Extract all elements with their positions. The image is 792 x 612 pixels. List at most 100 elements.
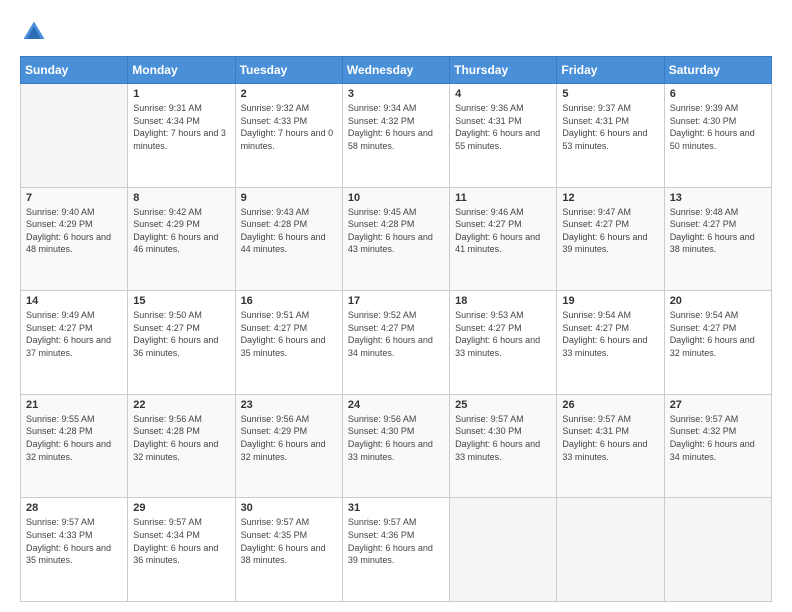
calendar-cell: 27 Sunrise: 9:57 AMSunset: 4:32 PMDayligh…	[664, 394, 771, 498]
calendar-cell: 16Sunrise: 9:51 AMSunset: 4:27 PMDayligh…	[235, 291, 342, 395]
day-number: 14	[26, 295, 122, 307]
day-number: 7	[26, 192, 122, 204]
calendar-cell: 19 Sunrise: 9:54 AMSunset: 4:27 PMDayligh…	[557, 291, 664, 395]
day-number: 6	[670, 88, 766, 100]
calendar-cell: 29Sunrise: 9:57 AMSunset: 4:34 PMDayligh…	[128, 498, 235, 602]
day-number: 22	[133, 399, 229, 411]
day-number: 15	[133, 295, 229, 307]
calendar-cell	[21, 84, 128, 188]
day-number: 16	[241, 295, 337, 307]
day-number: 8	[133, 192, 229, 204]
day-info: Sunrise: 9:46 AMSunset: 4:27 PMDaylight:…	[455, 206, 551, 256]
day-info: Sunrise: 9:57 AMSunset: 4:36 PMDaylight:…	[348, 516, 444, 566]
day-number: 3	[348, 88, 444, 100]
header-cell-saturday: Saturday	[664, 57, 771, 84]
day-info: Sunrise: 9:45 AMSunset: 4:28 PMDaylight:…	[348, 206, 444, 256]
calendar-cell: 15 Sunrise: 9:50 AMSunset: 4:27 PMDayligh…	[128, 291, 235, 395]
calendar-cell: 22 Sunrise: 9:56 AMSunset: 4:28 PMDayligh…	[128, 394, 235, 498]
logo	[20, 18, 52, 46]
calendar-cell: 3 Sunrise: 9:34 AMSunset: 4:32 PMDaylight…	[342, 84, 449, 188]
day-number: 30	[241, 502, 337, 514]
day-number: 29	[133, 502, 229, 514]
calendar-cell: 20 Sunrise: 9:54 AMSunset: 4:27 PMDayligh…	[664, 291, 771, 395]
calendar-cell: 17Sunrise: 9:52 AMSunset: 4:27 PMDayligh…	[342, 291, 449, 395]
day-number: 21	[26, 399, 122, 411]
calendar-cell: 28Sunrise: 9:57 AMSunset: 4:33 PMDayligh…	[21, 498, 128, 602]
day-info: Sunrise: 9:50 AMSunset: 4:27 PMDaylight:…	[133, 309, 229, 359]
calendar-body: 1 Sunrise: 9:31 AMSunset: 4:34 PMDaylight…	[21, 84, 772, 602]
day-number: 4	[455, 88, 551, 100]
day-number: 18	[455, 295, 551, 307]
calendar-table: SundayMondayTuesdayWednesdayThursdayFrid…	[20, 56, 772, 602]
calendar-cell: 14 Sunrise: 9:49 AMSunset: 4:27 PMDayligh…	[21, 291, 128, 395]
day-info: Sunrise: 9:39 AMSunset: 4:30 PMDaylight:…	[670, 102, 766, 152]
calendar-cell: 9 Sunrise: 9:43 AMSunset: 4:28 PMDaylight…	[235, 187, 342, 291]
calendar-cell: 13 Sunrise: 9:48 AMSunset: 4:27 PMDayligh…	[664, 187, 771, 291]
day-info: Sunrise: 9:56 AMSunset: 4:30 PMDaylight:…	[348, 413, 444, 463]
calendar-cell: 24 Sunrise: 9:56 AMSunset: 4:30 PMDayligh…	[342, 394, 449, 498]
calendar-cell: 21Sunrise: 9:55 AMSunset: 4:28 PMDayligh…	[21, 394, 128, 498]
day-info: Sunrise: 9:57 AMSunset: 4:31 PMDaylight:…	[562, 413, 658, 463]
day-info: Sunrise: 9:56 AMSunset: 4:29 PMDaylight:…	[241, 413, 337, 463]
header-cell-tuesday: Tuesday	[235, 57, 342, 84]
week-row-2: 14 Sunrise: 9:49 AMSunset: 4:27 PMDayligh…	[21, 291, 772, 395]
day-number: 27	[670, 399, 766, 411]
day-number: 5	[562, 88, 658, 100]
calendar-cell: 26Sunrise: 9:57 AMSunset: 4:31 PMDayligh…	[557, 394, 664, 498]
calendar-cell: 18Sunrise: 9:53 AMSunset: 4:27 PMDayligh…	[450, 291, 557, 395]
day-number: 11	[455, 192, 551, 204]
day-info: Sunrise: 9:40 AMSunset: 4:29 PMDaylight:…	[26, 206, 122, 256]
day-info: Sunrise: 9:57 AMSunset: 4:30 PMDaylight:…	[455, 413, 551, 463]
day-info: Sunrise: 9:31 AMSunset: 4:34 PMDaylight:…	[133, 102, 229, 152]
calendar-cell: 5 Sunrise: 9:37 AMSunset: 4:31 PMDaylight…	[557, 84, 664, 188]
calendar-cell: 1 Sunrise: 9:31 AMSunset: 4:34 PMDaylight…	[128, 84, 235, 188]
day-number: 20	[670, 295, 766, 307]
day-info: Sunrise: 9:32 AMSunset: 4:33 PMDaylight:…	[241, 102, 337, 152]
day-number: 23	[241, 399, 337, 411]
header-cell-wednesday: Wednesday	[342, 57, 449, 84]
day-number: 2	[241, 88, 337, 100]
day-info: Sunrise: 9:37 AMSunset: 4:31 PMDaylight:…	[562, 102, 658, 152]
day-number: 9	[241, 192, 337, 204]
calendar-header: SundayMondayTuesdayWednesdayThursdayFrid…	[21, 57, 772, 84]
day-info: Sunrise: 9:42 AMSunset: 4:29 PMDaylight:…	[133, 206, 229, 256]
header-cell-monday: Monday	[128, 57, 235, 84]
calendar-cell: 25 Sunrise: 9:57 AMSunset: 4:30 PMDayligh…	[450, 394, 557, 498]
day-number: 12	[562, 192, 658, 204]
week-row-0: 1 Sunrise: 9:31 AMSunset: 4:34 PMDaylight…	[21, 84, 772, 188]
calendar-cell: 23 Sunrise: 9:56 AMSunset: 4:29 PMDayligh…	[235, 394, 342, 498]
calendar-cell: 12 Sunrise: 9:47 AMSunset: 4:27 PMDayligh…	[557, 187, 664, 291]
logo-icon	[20, 18, 48, 46]
calendar-cell: 8 Sunrise: 9:42 AMSunset: 4:29 PMDaylight…	[128, 187, 235, 291]
day-number: 19	[562, 295, 658, 307]
day-info: Sunrise: 9:34 AMSunset: 4:32 PMDaylight:…	[348, 102, 444, 152]
calendar-cell: 10 Sunrise: 9:45 AMSunset: 4:28 PMDayligh…	[342, 187, 449, 291]
header-cell-friday: Friday	[557, 57, 664, 84]
day-info: Sunrise: 9:43 AMSunset: 4:28 PMDaylight:…	[241, 206, 337, 256]
calendar-cell: 4 Sunrise: 9:36 AMSunset: 4:31 PMDaylight…	[450, 84, 557, 188]
header-cell-sunday: Sunday	[21, 57, 128, 84]
day-info: Sunrise: 9:54 AMSunset: 4:27 PMDaylight:…	[562, 309, 658, 359]
calendar-cell: 2 Sunrise: 9:32 AMSunset: 4:33 PMDaylight…	[235, 84, 342, 188]
week-row-3: 21Sunrise: 9:55 AMSunset: 4:28 PMDayligh…	[21, 394, 772, 498]
day-info: Sunrise: 9:36 AMSunset: 4:31 PMDaylight:…	[455, 102, 551, 152]
day-info: Sunrise: 9:56 AMSunset: 4:28 PMDaylight:…	[133, 413, 229, 463]
header-row: SundayMondayTuesdayWednesdayThursdayFrid…	[21, 57, 772, 84]
calendar-cell	[664, 498, 771, 602]
day-info: Sunrise: 9:54 AMSunset: 4:27 PMDaylight:…	[670, 309, 766, 359]
day-number: 10	[348, 192, 444, 204]
day-info: Sunrise: 9:48 AMSunset: 4:27 PMDaylight:…	[670, 206, 766, 256]
page: SundayMondayTuesdayWednesdayThursdayFrid…	[0, 0, 792, 612]
day-number: 31	[348, 502, 444, 514]
header-cell-thursday: Thursday	[450, 57, 557, 84]
day-number: 1	[133, 88, 229, 100]
calendar-cell: 7 Sunrise: 9:40 AMSunset: 4:29 PMDaylight…	[21, 187, 128, 291]
day-number: 25	[455, 399, 551, 411]
day-number: 24	[348, 399, 444, 411]
day-info: Sunrise: 9:57 AMSunset: 4:32 PMDaylight:…	[670, 413, 766, 463]
day-info: Sunrise: 9:47 AMSunset: 4:27 PMDaylight:…	[562, 206, 658, 256]
day-info: Sunrise: 9:57 AMSunset: 4:33 PMDaylight:…	[26, 516, 122, 566]
day-number: 13	[670, 192, 766, 204]
day-info: Sunrise: 9:49 AMSunset: 4:27 PMDaylight:…	[26, 309, 122, 359]
calendar-cell: 30Sunrise: 9:57 AMSunset: 4:35 PMDayligh…	[235, 498, 342, 602]
